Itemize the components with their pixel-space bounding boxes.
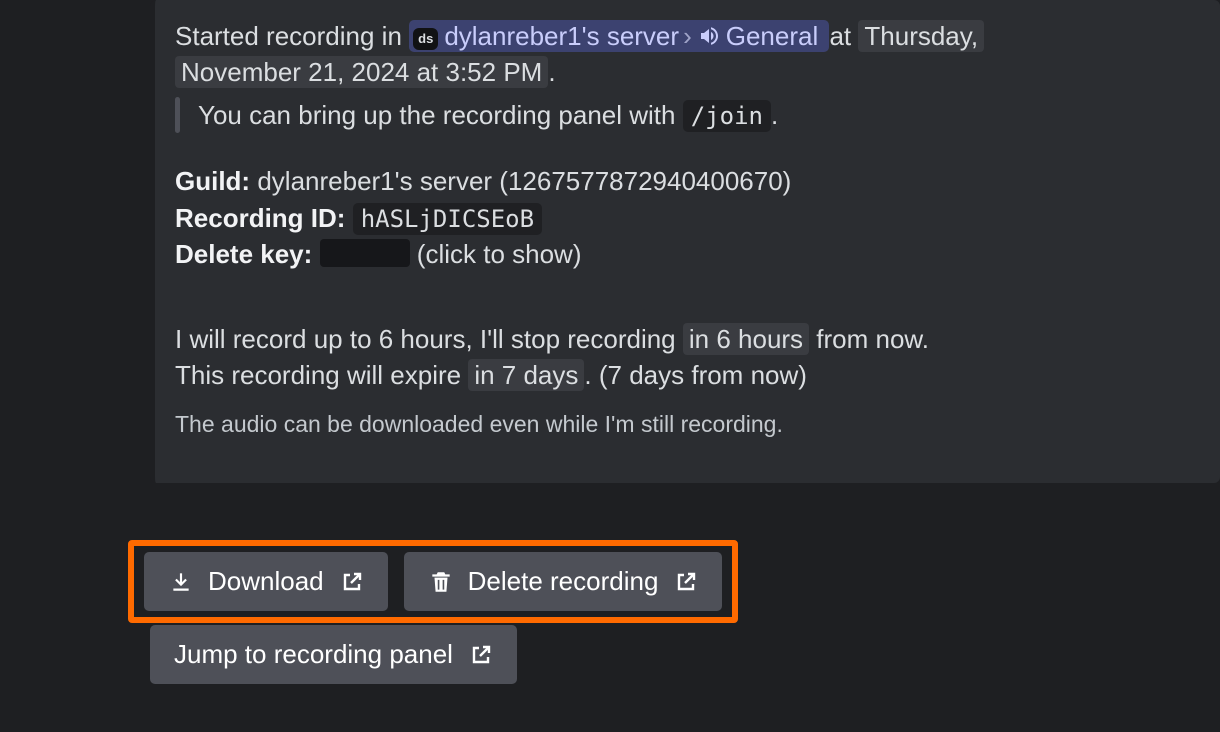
- server-badge: ds: [413, 28, 438, 50]
- external-link-icon: [340, 570, 364, 594]
- timestamp-chip-2: November 21, 2024 at 3:52 PM: [175, 56, 548, 88]
- download-label: Download: [208, 566, 324, 597]
- recording-id-value: hASLjDICSEoB: [353, 203, 542, 235]
- recording-id-label: Recording ID:: [175, 203, 345, 233]
- hint-block: You can bring up the recording panel wit…: [175, 97, 1196, 134]
- delete-key-line: Delete key: (click to show): [175, 236, 1196, 272]
- recording-embed: Started recording in ds dylanreber1's ser…: [150, 0, 1220, 483]
- external-link-icon: [674, 570, 698, 594]
- header-line: Started recording in ds dylanreber1's ser…: [175, 18, 1196, 54]
- delete-key-hint: (click to show): [417, 239, 582, 269]
- header-line-2: November 21, 2024 at 3:52 PM.: [175, 54, 1196, 90]
- external-link-icon: [469, 643, 493, 667]
- button-group-2: Jump to recording panel: [150, 625, 517, 684]
- guild-line: Guild: dylanreber1's server (12675778729…: [175, 163, 1196, 199]
- join-command: /join: [683, 100, 771, 132]
- chevron-right-icon: ›: [679, 21, 698, 51]
- limit-line-2: This recording will expire in 7 days. (7…: [175, 357, 1196, 393]
- download-icon: [168, 569, 194, 595]
- jump-label: Jump to recording panel: [174, 639, 453, 670]
- period: .: [548, 57, 555, 87]
- quote-bar: [175, 97, 180, 134]
- recording-id-line: Recording ID: hASLjDICSEoB: [175, 200, 1196, 237]
- timestamp-chip-1: Thursday,: [858, 20, 984, 52]
- delete-key-spoiler[interactable]: [320, 239, 410, 267]
- limit-line-1: I will record up to 6 hours, I'll stop r…: [175, 321, 1196, 357]
- expire-in-chip: in 7 days: [468, 359, 584, 391]
- highlighted-button-group: Download Delete recording: [128, 540, 738, 623]
- download-button[interactable]: Download: [144, 552, 388, 611]
- stop-in-chip: in 6 hours: [683, 323, 809, 355]
- delete-key-label: Delete key:: [175, 239, 312, 269]
- server-mention[interactable]: ds dylanreber1's server› General: [409, 20, 829, 52]
- delete-label: Delete recording: [468, 566, 659, 597]
- channel-name: General: [726, 21, 819, 51]
- at-word: at: [829, 21, 851, 51]
- delete-recording-button[interactable]: Delete recording: [404, 552, 723, 611]
- server-name: dylanreber1's server: [444, 21, 679, 51]
- header-prefix: Started recording in: [175, 21, 402, 51]
- speaker-icon: [698, 24, 722, 48]
- trash-icon: [428, 569, 454, 595]
- jump-to-panel-button[interactable]: Jump to recording panel: [150, 625, 517, 684]
- guild-value: dylanreber1's server (126757787294040067…: [257, 166, 791, 196]
- hint-text: You can bring up the recording panel wit…: [198, 97, 778, 134]
- download-note: The audio can be downloaded even while I…: [175, 408, 1196, 440]
- guild-label: Guild:: [175, 166, 250, 196]
